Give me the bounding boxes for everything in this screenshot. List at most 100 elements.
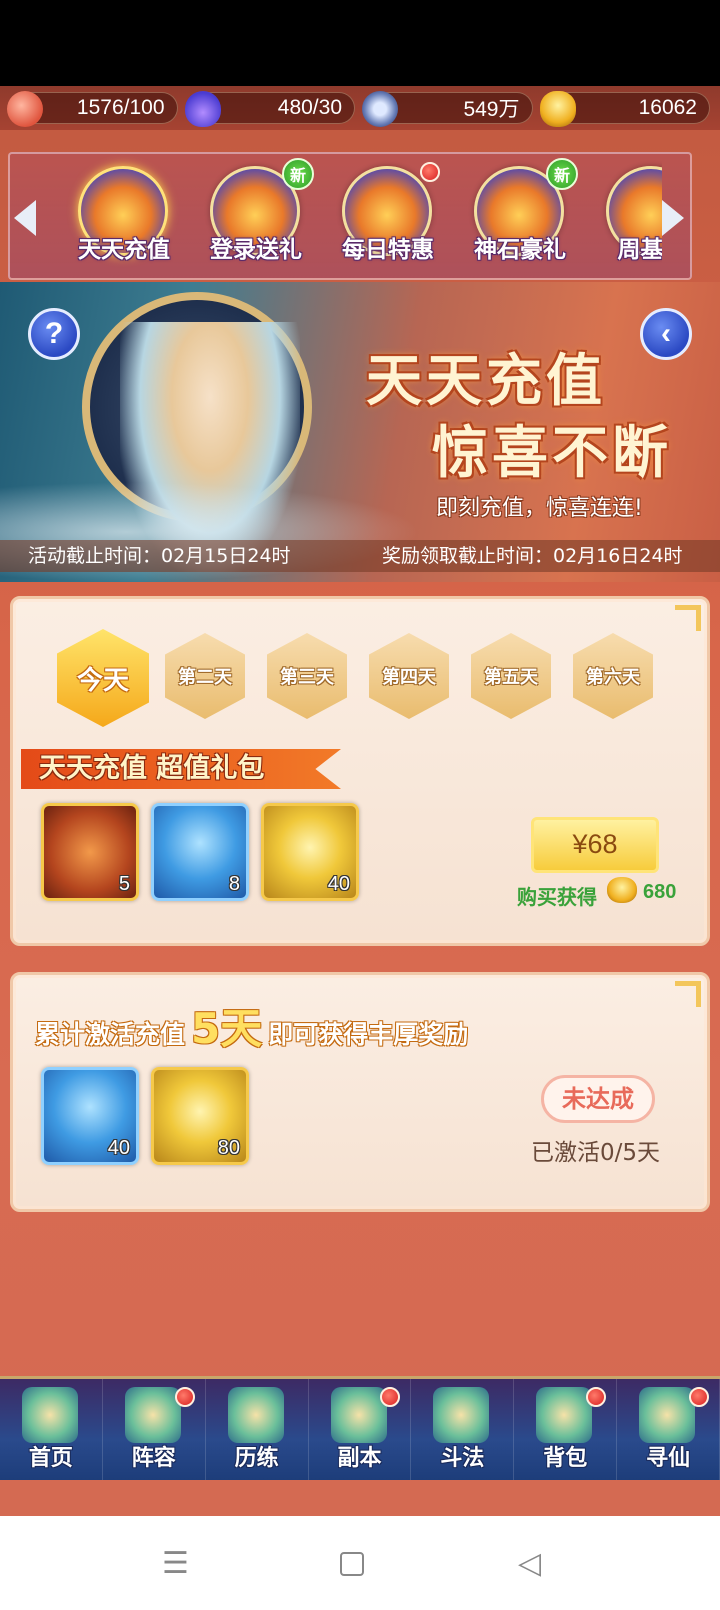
nav-label: 历练 [234, 1446, 279, 1471]
activity-deadline: 活动截止时间：02月15日24时 [28, 545, 291, 567]
reward-item-brush[interactable]: 5 [41, 803, 139, 901]
item-quantity: 40 [107, 1137, 130, 1159]
day-tab-label: 第四天 [382, 667, 436, 688]
activity-login-gift[interactable]: 新 登录送礼 [194, 158, 318, 278]
activation-progress: 已激活0/5天 [531, 1140, 661, 1166]
notification-dot [689, 1387, 710, 1407]
nav-label: 背包 [543, 1446, 588, 1471]
banner-subtitle: 即刻充值，惊喜连连! [436, 496, 643, 521]
new-badge: 新 [546, 158, 578, 190]
day-tab-6[interactable]: 第六天 [573, 633, 653, 719]
gourd-icon [227, 1387, 284, 1443]
coin-icon [362, 91, 398, 127]
reward-item-gold-card[interactable]: 80 [151, 1067, 249, 1165]
resource-bar: 1576/100 480/30 549万 16062 [0, 86, 720, 130]
nav-label: 阵容 [131, 1446, 176, 1471]
reward-item-gold-card[interactable]: 40 [261, 803, 359, 901]
activity-list: 天天充值 新 登录送礼 每日特惠 新 神石豪礼 周基金 [62, 154, 662, 282]
reward-item-hero-card[interactable]: 8 [151, 803, 249, 901]
resource-value: 16062 [638, 96, 697, 119]
deadline-bar: 活动截止时间：02月15日24时 奖励领取截止时间：02月16日24时 [0, 540, 720, 572]
notification-dot [420, 162, 440, 182]
new-badge: 新 [282, 158, 314, 190]
bottom-navigation: 首页 阵容 历练 副本 斗法 背包 寻仙 [0, 1376, 720, 1480]
notification-dot [380, 1387, 401, 1407]
activity-label: 登录送礼 [210, 237, 302, 263]
nav-lineup[interactable]: 阵容 [103, 1379, 206, 1480]
event-banner: ? ‹ 天天充值 惊喜不断 即刻充值，惊喜连连! 活动截止时间：02月15日24… [0, 282, 720, 582]
back-triangle-icon[interactable]: ◁ [518, 1546, 541, 1581]
resource-value: 480/30 [277, 96, 342, 119]
flame-icon [184, 91, 221, 127]
day-tab-2[interactable]: 第二天 [165, 633, 245, 719]
activity-label: 神石豪礼 [474, 237, 566, 263]
resource-coins[interactable]: 549万 [362, 91, 533, 127]
day-tab-5[interactable]: 第五天 [471, 633, 551, 719]
day-tab-label: 第二天 [178, 667, 232, 688]
buy-price-button[interactable]: ¥68 [531, 817, 659, 873]
scroll-right-arrow-icon[interactable] [662, 200, 684, 236]
cumulative-title-suffix: 即可获得丰厚奖励 [268, 1020, 469, 1049]
resource-ingots[interactable]: 16062 [539, 91, 710, 127]
day-tab-today[interactable]: 今天 [57, 629, 149, 727]
activity-daily-deal[interactable]: 每日特惠 [326, 160, 450, 278]
nav-training[interactable]: 历练 [206, 1379, 309, 1480]
ingot-icon [607, 877, 637, 903]
activity-strip: 天天充值 新 登录送礼 每日特惠 新 神石豪礼 周基金 [8, 152, 692, 280]
cumulative-title: 累计激活充值 5天 即可获得丰厚奖励 [35, 995, 468, 1056]
scroll-left-arrow-icon[interactable] [14, 200, 36, 236]
cumulative-title-days: 5天 [191, 1004, 263, 1053]
day-tab-label: 第六天 [586, 667, 640, 688]
nav-label: 首页 [28, 1446, 73, 1471]
purchase-amount: 680 [643, 881, 677, 903]
cumulative-title-prefix: 累计激活充值 [35, 1020, 186, 1049]
home-square-icon[interactable] [340, 1552, 364, 1576]
nav-label: 副本 [337, 1446, 382, 1471]
activity-stone-gift[interactable]: 新 神石豪礼 [458, 158, 582, 278]
gate-icon [330, 1387, 387, 1443]
day-tab-4[interactable]: 第四天 [369, 633, 449, 719]
resource-stamina[interactable]: 1576/100 [7, 91, 178, 127]
activity-weekly-fund[interactable]: 周基金 [590, 160, 662, 278]
nav-dungeon[interactable]: 副本 [309, 1379, 412, 1480]
day-tab-label: 第五天 [484, 667, 538, 688]
item-quantity: 8 [228, 873, 240, 895]
activity-daily-recharge[interactable]: 天天充值 [62, 160, 186, 278]
scroll-map-icon [639, 1387, 696, 1443]
day-tab-3[interactable]: 第三天 [267, 633, 347, 719]
resource-energy[interactable]: 480/30 [184, 91, 355, 127]
bag-icon [536, 1387, 593, 1443]
banner-title-line1: 天天充值 [366, 348, 606, 414]
item-quantity: 80 [217, 1137, 240, 1159]
daily-pack-panel: 今天 第二天 第三天 第四天 第五天 第六天 天天充值 超值礼包 5 8 40 … [10, 596, 710, 946]
corner-ornament [675, 981, 701, 1007]
activity-label: 天天充值 [78, 237, 170, 263]
banner-title-line2: 惊喜不断 [432, 420, 672, 486]
corner-ornament [675, 605, 701, 631]
game-screen: 1576/100 480/30 549万 16062 天天充值 新 登录送礼 每… [0, 86, 720, 1516]
reward-item-hero-card[interactable]: 40 [41, 1067, 139, 1165]
nav-label: 斗法 [440, 1446, 485, 1471]
item-quantity: 5 [118, 873, 130, 895]
nav-arena[interactable]: 斗法 [411, 1379, 515, 1480]
back-button[interactable]: ‹ [640, 308, 692, 360]
resource-value: 549万 [463, 98, 520, 121]
peach-icon [7, 91, 43, 127]
item-quantity: 40 [327, 873, 350, 895]
crossed-swords-icon [433, 1387, 490, 1443]
menu-icon[interactable]: ☰ [162, 1546, 189, 1581]
system-navigation-bar: ☰ ◁ [0, 1516, 720, 1610]
resource-value: 1576/100 [76, 96, 165, 119]
reward-deadline: 奖励领取截止时间：02月16日24时 [382, 545, 683, 567]
cumulative-reward-panel: 累计激活充值 5天 即可获得丰厚奖励 40 80 未达成 已激活0/5天 [10, 972, 710, 1212]
help-button[interactable]: ? [28, 308, 80, 360]
notification-dot [586, 1387, 607, 1407]
day-tab-label: 今天 [76, 665, 129, 696]
unachieved-status-button[interactable]: 未达成 [541, 1075, 655, 1123]
notification-dot [174, 1387, 195, 1407]
cards-icon [124, 1387, 181, 1443]
nav-home[interactable]: 首页 [0, 1379, 103, 1480]
status-bar [0, 0, 720, 86]
nav-seek-immortal[interactable]: 寻仙 [617, 1379, 720, 1480]
nav-bag[interactable]: 背包 [514, 1379, 618, 1480]
